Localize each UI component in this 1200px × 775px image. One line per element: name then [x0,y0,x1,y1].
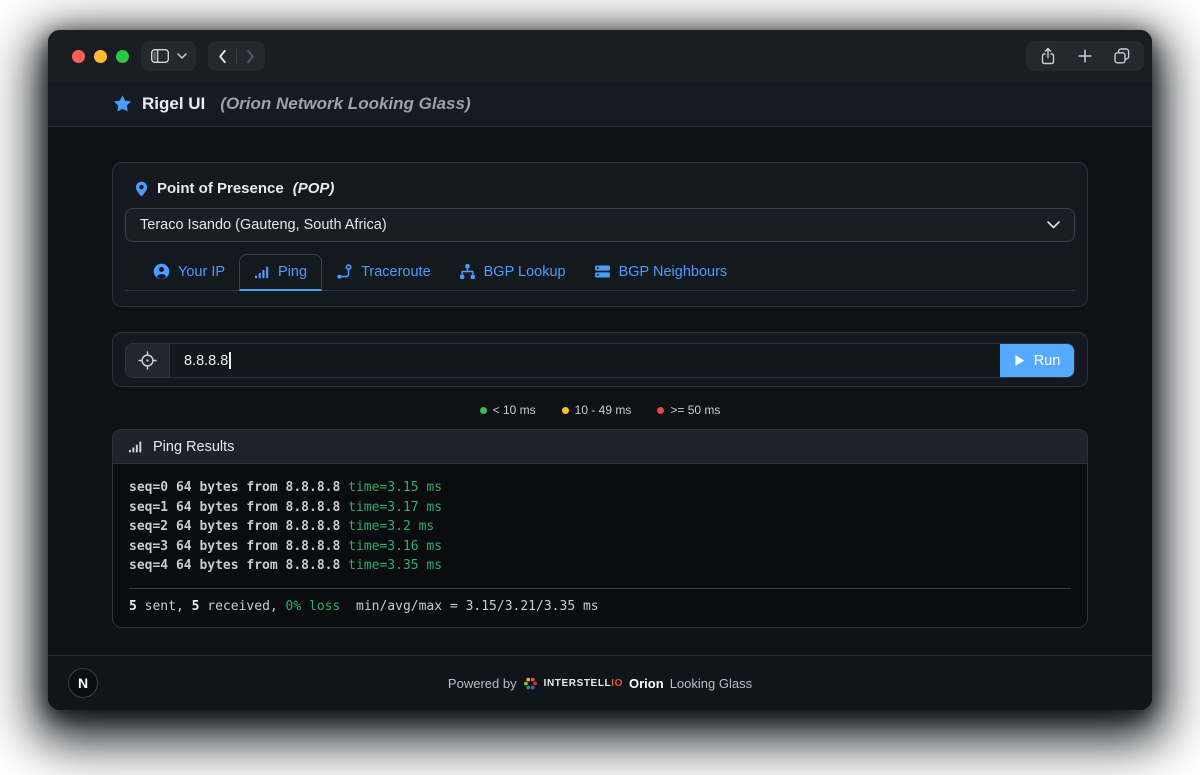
nav-separator [236,49,237,64]
legend-label: < 10 ms [493,403,536,417]
run-button[interactable]: Run [1000,344,1074,377]
query-input[interactable]: 8.8.8.8 [170,344,1000,377]
forward-button[interactable] [246,49,256,64]
signal-bars-icon [254,264,270,280]
browser-window: Rigel UI (Orion Network Looking Glass) P… [48,30,1152,710]
interstellio-wordmark: INTERSTELLIO [544,678,623,689]
tab-label: BGP Neighbours [619,264,728,280]
terminal-divider [129,588,1071,589]
ping-results-header: Ping Results [113,430,1087,464]
tab-your-ip[interactable]: Your IP [139,254,239,290]
tab-label: Traceroute [361,264,431,280]
toolbar-right-actions [1026,41,1144,71]
query-value: 8.8.8.8 [184,353,228,369]
chevron-down-icon [1047,221,1060,229]
ping-summary: 5 sent, 5 received, 0% loss min/avg/max … [129,597,1071,617]
pop-label-text: Point of Presence [157,180,284,197]
zoom-button[interactable] [116,50,129,63]
yellow-dot-icon [562,407,569,414]
chevron-down-icon [177,53,187,59]
pop-label-suffix: (POP) [293,180,335,197]
query-card: 8.8.8.8 Run [112,332,1088,387]
legend-item-fast: < 10 ms [480,403,536,417]
browser-toolbar [48,30,1152,82]
legend-item-medium: 10 - 49 ms [562,403,632,417]
new-tab-button[interactable] [1077,48,1093,64]
star-icon [112,94,133,115]
page-body: Point of Presence (POP) Teraco Isando (G… [48,127,1152,655]
site-header: Rigel UI (Orion Network Looking Glass) [48,82,1152,127]
crosshair-icon [126,344,170,377]
close-button[interactable] [72,50,85,63]
nav-buttons [208,41,265,71]
ping-line: seq=3 64 bytes from 8.8.8.8 time=3.16 ms [129,537,1071,557]
tab-overview-button[interactable] [1113,47,1131,65]
back-button[interactable] [217,49,227,64]
site-footer: N Powered by INTERSTELLIO Orion Looking … [48,655,1152,710]
pop-selected-option: Teraco Isando (Gauteng, South Africa) [140,217,387,233]
legend-label: >= 50 ms [670,403,720,417]
tab-bgp-neighbours[interactable]: BGP Neighbours [580,254,742,290]
ping-results-card: Ping Results seq=0 64 bytes from 8.8.8.8… [112,429,1088,628]
run-button-label: Run [1034,353,1061,369]
text-caret [229,352,231,369]
tab-label: BGP Lookup [484,264,566,280]
network-nodes-icon [459,263,476,280]
ping-output-terminal: seq=0 64 bytes from 8.8.8.8 time=3.15 ms… [113,464,1087,627]
tool-tabs: Your IP Ping Traceroute [125,254,1075,291]
n-logo[interactable]: N [68,668,98,698]
n-logo-letter: N [78,675,88,691]
page-title: Rigel UI [142,94,205,114]
green-dot-icon [480,407,487,414]
tab-label: Your IP [178,264,225,280]
share-button[interactable] [1039,47,1057,66]
pop-label: Point of Presence (POP) [135,180,1075,197]
signal-bars-icon [128,439,143,454]
person-circle-icon [153,263,170,280]
query-input-group: 8.8.8.8 Run [125,343,1075,378]
tab-ping[interactable]: Ping [239,254,322,291]
pop-card: Point of Presence (POP) Teraco Isando (G… [112,162,1088,307]
sidebar-icon [150,48,170,64]
ping-line: seq=0 64 bytes from 8.8.8.8 time=3.15 ms [129,478,1071,498]
results-title: Ping Results [153,439,234,455]
powered-by-text: Powered by [448,676,517,691]
traffic-lights [72,50,129,63]
page-subtitle: (Orion Network Looking Glass) [220,94,470,114]
minimize-button[interactable] [94,50,107,63]
server-stack-icon [594,263,611,280]
ping-line: seq=1 64 bytes from 8.8.8.8 time=3.17 ms [129,498,1071,518]
legend-label: 10 - 49 ms [575,403,632,417]
interstellio-logo-icon [523,676,538,691]
red-dot-icon [657,407,664,414]
ping-line: seq=4 64 bytes from 8.8.8.8 time=3.35 ms [129,556,1071,576]
tab-traceroute[interactable]: Traceroute [322,254,445,290]
orion-wordmark: Orion [629,676,664,691]
looking-glass-text: Looking Glass [670,676,752,691]
tab-bgp-lookup[interactable]: BGP Lookup [445,254,580,290]
tab-label: Ping [278,264,307,280]
powered-by: Powered by INTERSTELLIO Orion Looking Gl… [48,676,1152,691]
sidebar-toggle-button[interactable] [141,41,196,71]
ping-line: seq=2 64 bytes from 8.8.8.8 time=3.2 ms [129,517,1071,537]
play-icon [1014,354,1025,367]
latency-legend: < 10 ms 10 - 49 ms >= 50 ms [112,402,1088,418]
route-icon [336,263,353,280]
pop-select[interactable]: Teraco Isando (Gauteng, South Africa) [125,208,1075,242]
location-pin-icon [135,181,148,197]
legend-item-slow: >= 50 ms [657,403,720,417]
